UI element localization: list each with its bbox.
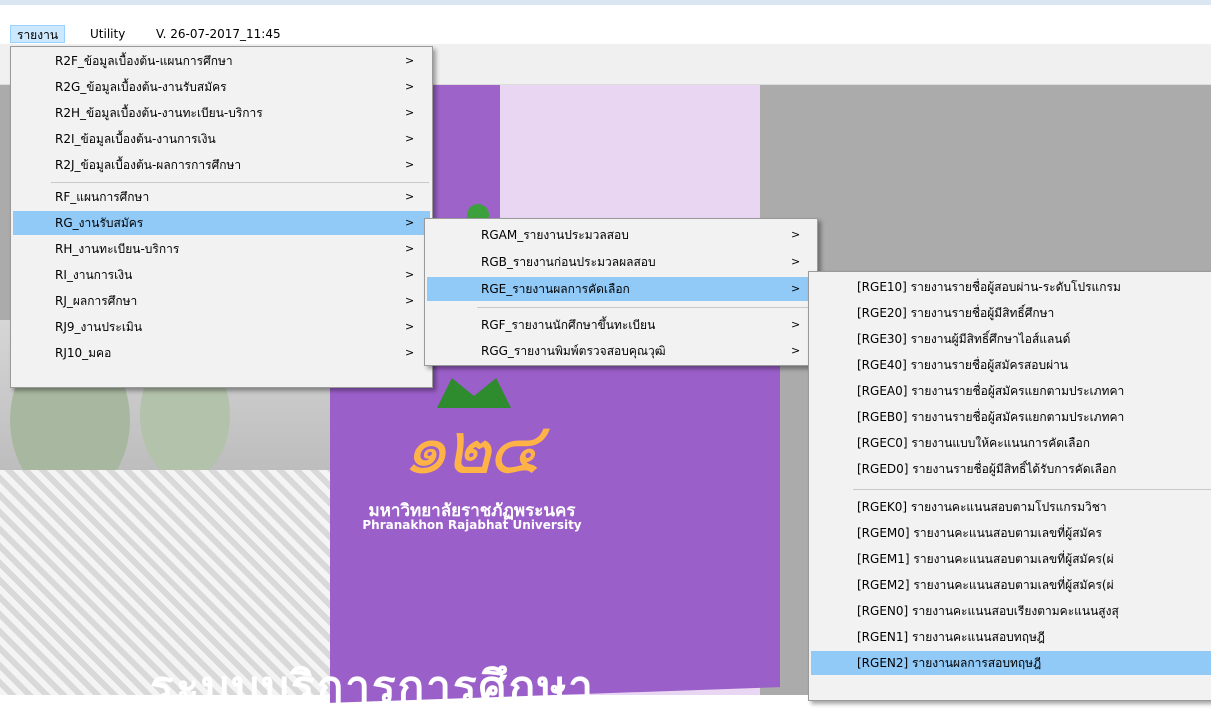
title-bar xyxy=(0,0,1211,24)
menu-item-label: RJ9_งานประเมิน xyxy=(55,320,143,334)
menu-item-rgeb0[interactable]: [RGEB0] รายงานรายชื่อผู้สมัครแยกตามประเภ… xyxy=(811,405,1211,429)
menu-item-rge30[interactable]: [RGE30] รายงานผู้มีสิทธิ์ศึกษาไอส์แลนด์ xyxy=(811,327,1211,351)
menu-item-label: R2G_ข้อมูลเบื้องต้น-งานรับสมัคร xyxy=(55,80,227,94)
menu-item-label: [RGED0] รายงานรายชื่อผู้มีสิทธิ์ได้รับกา… xyxy=(857,462,1117,476)
menu-item-rf[interactable]: RF_แผนการศึกษา > xyxy=(13,185,430,209)
menu-item-label: [RGEN1] รายงานคะแนนสอบทฤษฎี xyxy=(857,630,1045,644)
menu-item-rgek0[interactable]: [RGEK0] รายงานคะแนนสอบตามโปรแกรมวิชา xyxy=(811,495,1211,519)
menu-separator xyxy=(477,307,813,308)
rge-submenu: [RGE10] รายงานรายชื่อผู้สอบผ่าน-ระดับโปร… xyxy=(808,271,1211,701)
menu-item-r2j[interactable]: R2J_ข้อมูลเบื้องต้น-ผลการการศึกษา > xyxy=(13,153,430,177)
rg-submenu: RGAM_รายงานประมวลสอบ > RGB_รายงานก่อนประม… xyxy=(424,218,818,366)
menu-item-label: [RGEN0] รายงานคะแนนสอบเรียงตามคะแนนสูงสุ xyxy=(857,604,1119,618)
menu-item-label: R2H_ข้อมูลเบื้องต้น-งานทะเบียน-บริการ xyxy=(55,106,263,120)
menu-item-label: [RGEM1] รายงานคะแนนสอบตามเลขที่ผู้สมัคร(… xyxy=(857,552,1114,566)
menu-separator xyxy=(853,489,1211,490)
submenu-arrow-icon: > xyxy=(791,228,801,241)
menu-item-label: R2I_ข้อมูลเบื้องต้น-งานการเงิน xyxy=(55,132,216,146)
menu-item-rgen0[interactable]: [RGEN0] รายงานคะแนนสอบเรียงตามคะแนนสูงสุ xyxy=(811,599,1211,623)
menu-item-label: RGB_รายงานก่อนประมวลผลสอบ xyxy=(481,255,656,269)
submenu-arrow-icon: > xyxy=(405,190,415,203)
menu-item-r2h[interactable]: R2H_ข้อมูลเบื้องต้น-งานทะเบียน-บริการ > xyxy=(13,101,430,125)
menu-item-label: [RGEC0] รายงานแบบให้คะแนนการคัดเลือก xyxy=(857,436,1090,450)
menu-item-label: [RGEM0] รายงานคะแนนสอบตามเลขที่ผู้สมัคร xyxy=(857,526,1102,540)
menu-item-label: RH_งานทะเบียน-บริการ xyxy=(55,242,180,256)
menu-item-rge10[interactable]: [RGE10] รายงานรายชื่อผู้สอบผ่าน-ระดับโปร… xyxy=(811,275,1211,299)
menu-item-rgem1[interactable]: [RGEM1] รายงานคะแนนสอบตามเลขที่ผู้สมัคร(… xyxy=(811,547,1211,571)
menu-item-rgg[interactable]: RGG_รายงานพิมพ์ตรวจสอบคุณวุฒิ > xyxy=(427,339,815,363)
version-label: V. 26-07-2017_11:45 xyxy=(156,27,281,41)
menu-item-label: RGE_รายงานผลการคัดเลือก xyxy=(481,282,630,296)
menu-item-rgen2[interactable]: [RGEN2] รายงานผลการสอบทฤษฎี xyxy=(811,651,1211,675)
menu-item-rj9[interactable]: RJ9_งานประเมิน > xyxy=(13,315,430,339)
menu-item-rg[interactable]: RG_งานรับสมัคร > xyxy=(13,211,430,235)
menu-item-label: RG_งานรับสมัคร xyxy=(55,216,144,230)
banner-title: ระบบบริการการศึกษา xyxy=(150,662,595,713)
menu-item-label: RJ10_มคอ xyxy=(55,346,112,360)
menu-item-label: RGG_รายงานพิมพ์ตรวจสอบคุณวุฒิ xyxy=(481,344,666,358)
submenu-arrow-icon: > xyxy=(405,132,415,145)
menu-item-rgf[interactable]: RGF_รายงานนักศึกษาขึ้นทะเบียน > xyxy=(427,313,815,337)
menu-item-rgem0[interactable]: [RGEM0] รายงานคะแนนสอบตามเลขที่ผู้สมัคร xyxy=(811,521,1211,545)
menu-report[interactable]: รายงาน xyxy=(10,25,66,43)
menu-item-label: R2F_ข้อมูลเบื้องต้น-แผนการศึกษา xyxy=(55,54,233,68)
menu-item-label: RJ_ผลการศึกษา xyxy=(55,294,138,308)
menu-item-rged0[interactable]: [RGED0] รายงานรายชื่อผู้มีสิทธิ์ได้รับกา… xyxy=(811,457,1211,481)
menu-item-label: R2J_ข้อมูลเบื้องต้น-ผลการการศึกษา xyxy=(55,158,242,172)
menu-item-label: [RGEK0] รายงานคะแนนสอบตามโปรแกรมวิชา xyxy=(857,500,1107,514)
menu-item-ri[interactable]: RI_งานการเงิน > xyxy=(13,263,430,287)
submenu-arrow-icon: > xyxy=(405,242,415,255)
menu-item-label: RGF_รายงานนักศึกษาขึ้นทะเบียน xyxy=(481,318,656,332)
submenu-arrow-icon: > xyxy=(405,320,415,333)
submenu-arrow-icon: > xyxy=(405,106,415,119)
title-strip xyxy=(0,0,1211,5)
logo-number: ๑๒๔ xyxy=(402,406,542,490)
menu-item-r2i[interactable]: R2I_ข้อมูลเบื้องต้น-งานการเงิน > xyxy=(13,127,430,151)
submenu-arrow-icon: > xyxy=(791,318,801,331)
menu-item-label: [RGEM2] รายงานคะแนนสอบตามเลขที่ผู้สมัคร(… xyxy=(857,578,1114,592)
menu-item-rgb[interactable]: RGB_รายงานก่อนประมวลผลสอบ > xyxy=(427,250,815,274)
menu-item-rj[interactable]: RJ_ผลการศึกษา > xyxy=(13,289,430,313)
menu-item-label: [RGEB0] รายงานรายชื่อผู้สมัครแยกตามประเภ… xyxy=(857,410,1125,424)
menu-item-rh[interactable]: RH_งานทะเบียน-บริการ > xyxy=(13,237,430,261)
report-menu: R2F_ข้อมูลเบื้องต้น-แผนการศึกษา > R2G_ข้อ… xyxy=(10,46,433,388)
menu-item-label: RF_แผนการศึกษา xyxy=(55,190,150,204)
menu-item-label: RI_งานการเงิน xyxy=(55,268,133,282)
menu-bar: รายงาน Utility V. 26-07-2017_11:45 xyxy=(0,24,1211,44)
menu-item-r2g[interactable]: R2G_ข้อมูลเบื้องต้น-งานรับสมัคร > xyxy=(13,75,430,99)
menu-item-rge[interactable]: RGE_รายงานผลการคัดเลือก > xyxy=(427,277,815,301)
submenu-arrow-icon: > xyxy=(791,344,801,357)
menu-item-label: [RGEN2] รายงานผลการสอบทฤษฎี xyxy=(857,656,1042,670)
menu-item-label: [RGE20] รายงานรายชื่อผู้มีสิทธิ์ศึกษา xyxy=(857,306,1055,320)
menu-item-rge20[interactable]: [RGE20] รายงานรายชื่อผู้มีสิทธิ์ศึกษา xyxy=(811,301,1211,325)
menu-item-label: [RGE30] รายงานผู้มีสิทธิ์ศึกษาไอส์แลนด์ xyxy=(857,332,1071,346)
submenu-arrow-icon: > xyxy=(791,255,801,268)
submenu-arrow-icon: > xyxy=(405,158,415,171)
menu-item-label: [RGE40] รายงานรายชื่อผู้สมัครสอบผ่าน xyxy=(857,358,1069,372)
menu-item-r2f[interactable]: R2F_ข้อมูลเบื้องต้น-แผนการศึกษา > xyxy=(13,49,430,73)
university-name-english: Phranakhon Rajabhat University xyxy=(362,518,582,532)
menu-item-rj10[interactable]: RJ10_มคอ > xyxy=(13,341,430,365)
menu-item-label: RGAM_รายงานประมวลสอบ xyxy=(481,228,629,242)
menu-item-rgem2[interactable]: [RGEM2] รายงานคะแนนสอบตามเลขที่ผู้สมัคร(… xyxy=(811,573,1211,597)
menu-item-rgen1[interactable]: [RGEN1] รายงานคะแนนสอบทฤษฎี xyxy=(811,625,1211,649)
submenu-arrow-icon: > xyxy=(405,54,415,67)
submenu-arrow-icon: > xyxy=(405,294,415,307)
menu-utility[interactable]: Utility xyxy=(84,25,131,43)
menu-item-label: [RGE10] รายงานรายชื่อผู้สอบผ่าน-ระดับโปร… xyxy=(857,280,1121,294)
menu-item-label: [RGEA0] รายงานรายชื่อผู้สมัครแยกตามประเภ… xyxy=(857,384,1125,398)
menu-item-rge40[interactable]: [RGE40] รายงานรายชื่อผู้สมัครสอบผ่าน xyxy=(811,353,1211,377)
submenu-arrow-icon: > xyxy=(405,80,415,93)
submenu-arrow-icon: > xyxy=(405,268,415,281)
submenu-arrow-icon: > xyxy=(405,216,415,229)
menu-separator xyxy=(51,182,429,183)
menu-item-rgea0[interactable]: [RGEA0] รายงานรายชื่อผู้สมัครแยกตามประเภ… xyxy=(811,379,1211,403)
submenu-arrow-icon: > xyxy=(791,282,801,295)
submenu-arrow-icon: > xyxy=(405,346,415,359)
menu-item-rgam[interactable]: RGAM_รายงานประมวลสอบ > xyxy=(427,223,815,247)
menu-item-rgec0[interactable]: [RGEC0] รายงานแบบให้คะแนนการคัดเลือก xyxy=(811,431,1211,455)
